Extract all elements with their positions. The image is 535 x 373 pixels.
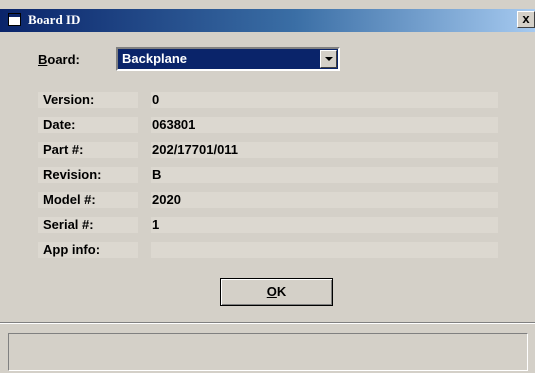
revision-value: B (151, 167, 498, 183)
date-label: Date: (38, 117, 138, 133)
window-title: Board ID (28, 12, 81, 27)
board-id-dialog: Board ID x Board: Backplane Version: 0 D… (0, 0, 535, 373)
app-info-value (151, 242, 498, 258)
board-select[interactable]: Backplane (116, 47, 340, 71)
part-number-value: 202/17701/011 (151, 142, 498, 158)
title-bar[interactable]: Board ID x (0, 9, 535, 32)
part-number-label: Part #: (38, 142, 138, 158)
board-select-value: Backplane (122, 51, 188, 66)
board-label-rest: oard: (47, 52, 80, 67)
ok-button-access-key: O (266, 284, 277, 299)
status-separator (0, 322, 535, 324)
chevron-down-icon[interactable] (320, 50, 337, 68)
serial-number-value: 1 (151, 217, 498, 233)
serial-number-label: Serial #: (38, 217, 138, 233)
window-icon (8, 13, 21, 26)
model-number-value: 2020 (151, 192, 498, 208)
board-label: Board: (38, 52, 80, 67)
close-icon[interactable]: x (517, 11, 535, 28)
model-number-label: Model #: (38, 192, 138, 208)
board-label-access-key: B (38, 52, 48, 67)
ok-button[interactable]: OK (220, 278, 333, 306)
app-info-label: App info: (38, 242, 138, 258)
ok-button-rest: K (276, 284, 287, 299)
status-bar (8, 333, 528, 371)
version-value: 0 (151, 92, 498, 108)
revision-label: Revision: (38, 167, 138, 183)
date-value: 063801 (151, 117, 498, 133)
version-label: Version: (38, 92, 138, 108)
